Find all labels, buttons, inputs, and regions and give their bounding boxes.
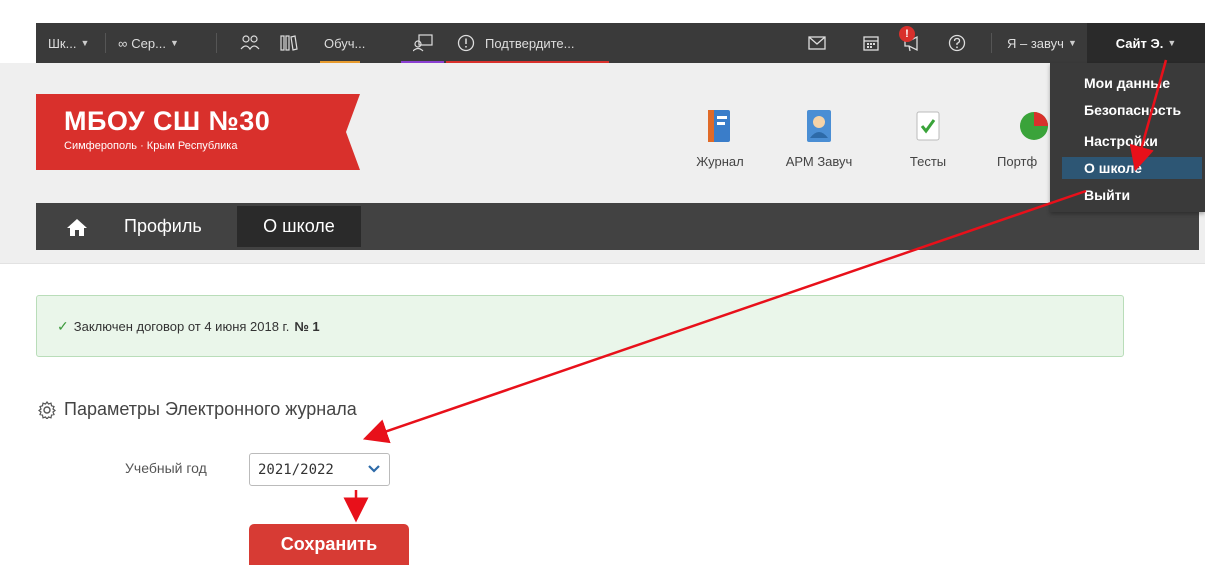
arm-icon bbox=[807, 110, 831, 142]
menu-item-my-data[interactable]: Мои данные bbox=[1050, 72, 1205, 94]
chevron-down-icon: ▼ bbox=[169, 38, 179, 48]
notification-badge: ! bbox=[899, 26, 915, 42]
divider bbox=[216, 33, 217, 53]
school-switcher[interactable]: Шк... ▼ bbox=[48, 23, 89, 63]
academic-year-value: 2021/2022 bbox=[258, 461, 334, 478]
service-switcher-label: Сер... bbox=[131, 35, 166, 51]
home-tab[interactable] bbox=[66, 203, 88, 250]
section-title: Параметры Электронного журнала bbox=[38, 399, 357, 420]
tab-profile[interactable]: Профиль bbox=[124, 203, 202, 250]
app-journal[interactable]: Журнал bbox=[675, 108, 765, 169]
learning-label: Обуч... bbox=[324, 35, 366, 51]
mail-button[interactable] bbox=[808, 23, 826, 63]
calendar-icon bbox=[863, 36, 879, 51]
app-portfolio-label: Портф bbox=[997, 154, 1038, 169]
books-icon bbox=[280, 35, 298, 51]
mail-icon bbox=[808, 36, 826, 50]
app-arm[interactable]: АРМ Завуч bbox=[774, 108, 864, 169]
menu-item-label: Настройки bbox=[1084, 133, 1158, 149]
question-icon bbox=[948, 34, 966, 52]
site-menu-button[interactable]: Сайт Э. ▼ bbox=[1087, 23, 1205, 63]
chevron-down-icon: ▼ bbox=[1167, 38, 1177, 48]
top-bar: Шк... ▼ ∞ Сер... ▼ Обуч... Подтвердите..… bbox=[36, 23, 1205, 63]
app-portfolio[interactable]: Портф bbox=[988, 108, 1050, 169]
home-icon bbox=[67, 218, 87, 236]
people-icon bbox=[240, 35, 260, 51]
role-label: Я – завуч bbox=[1007, 35, 1064, 51]
menu-item-label: О школе bbox=[1084, 160, 1142, 176]
portfolio-icon bbox=[1020, 112, 1048, 140]
help-button[interactable] bbox=[948, 23, 966, 63]
school-switcher-label: Шк... bbox=[48, 35, 77, 51]
school-logo[interactable]: МБОУ СШ №30 Симферополь · Крым Республик… bbox=[36, 94, 360, 170]
main-nav: Профиль О школе bbox=[36, 203, 1199, 250]
chevron-down-icon bbox=[368, 465, 380, 473]
menu-item-logout[interactable]: Выйти bbox=[1050, 184, 1205, 206]
service-switcher[interactable]: ∞ Сер... ▼ bbox=[118, 23, 179, 63]
contract-text: Заключен договор от 4 июня 2018 г. bbox=[73, 318, 290, 334]
app-arm-label: АРМ Завуч bbox=[785, 154, 853, 169]
calendar-button[interactable] bbox=[863, 23, 879, 63]
menu-item-settings[interactable]: Настройки bbox=[1050, 130, 1205, 152]
site-dropdown-menu: Мои данные Безопасность Настройки О школ… bbox=[1050, 63, 1205, 212]
site-menu-label: Сайт Э. bbox=[1115, 35, 1164, 51]
divider bbox=[991, 33, 992, 53]
academic-year-select[interactable]: 2021/2022 bbox=[249, 453, 390, 486]
journal-icon bbox=[708, 110, 730, 142]
chevron-down-icon: ▼ bbox=[80, 38, 90, 48]
menu-item-label: Выйти bbox=[1084, 187, 1131, 203]
contract-number: № 1 bbox=[294, 318, 320, 334]
link-icon: ∞ bbox=[118, 35, 128, 51]
info-circle-icon bbox=[457, 34, 475, 52]
site-header: МБОУ СШ №30 Симферополь · Крым Республик… bbox=[0, 63, 1205, 264]
monitor-button[interactable] bbox=[413, 23, 433, 63]
gear-icon bbox=[38, 400, 56, 419]
chevron-down-icon: ▼ bbox=[1067, 38, 1077, 48]
learning-tab[interactable]: Обуч... bbox=[324, 23, 365, 63]
save-button[interactable]: Сохранить bbox=[249, 524, 409, 565]
contract-alert: ✓ Заключен договор от 4 июня 2018 г. № 1 bbox=[36, 295, 1124, 357]
menu-item-label: Мои данные bbox=[1084, 75, 1171, 91]
school-location: Симферополь · Крым Республика bbox=[64, 140, 238, 152]
divider bbox=[105, 33, 106, 53]
school-name: МБОУ СШ №30 bbox=[64, 106, 271, 136]
library-button[interactable] bbox=[280, 23, 298, 63]
app-journal-label: Журнал bbox=[696, 154, 744, 169]
app-tests-label: Тесты bbox=[909, 154, 947, 169]
tab-profile-label: Профиль bbox=[124, 216, 202, 236]
tab-about-school-label: О школе bbox=[263, 216, 335, 236]
section-title-text: Параметры Электронного журнала bbox=[64, 399, 357, 419]
monitor-user-icon bbox=[413, 34, 433, 52]
confirm-alert[interactable]: Подтвердите... bbox=[457, 23, 574, 63]
tests-icon bbox=[916, 111, 940, 141]
role-switcher[interactable]: Я – завуч ▼ bbox=[1007, 23, 1077, 63]
year-label: Учебный год bbox=[125, 460, 207, 476]
menu-item-security[interactable]: Безопасность bbox=[1050, 99, 1205, 121]
menu-item-label: Безопасность bbox=[1084, 102, 1182, 118]
check-icon: ✓ bbox=[57, 317, 69, 334]
menu-item-about-school[interactable]: О школе bbox=[1062, 157, 1202, 179]
confirm-label: Подтвердите... bbox=[485, 35, 575, 51]
people-button[interactable] bbox=[240, 23, 260, 63]
app-tests[interactable]: Тесты bbox=[883, 108, 973, 169]
tab-about-school[interactable]: О школе bbox=[237, 206, 361, 247]
